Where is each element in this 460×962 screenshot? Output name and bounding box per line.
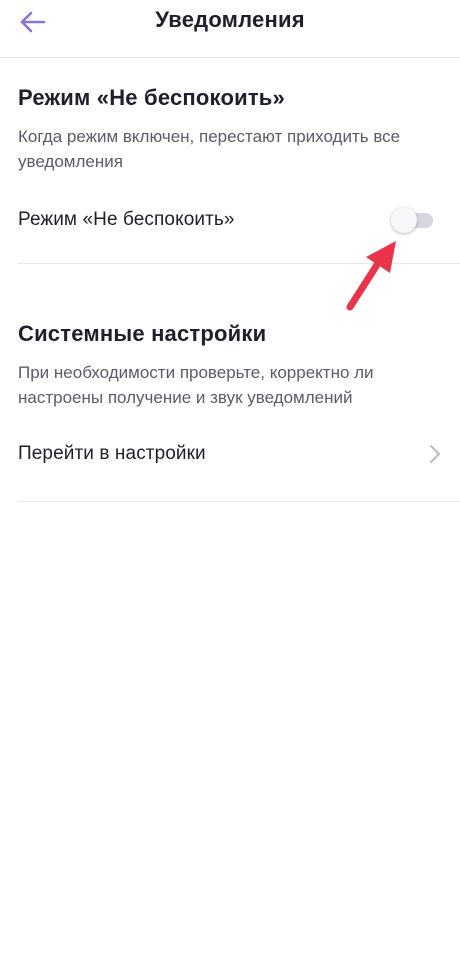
annotation-arrow-icon xyxy=(346,241,396,311)
open-settings-row[interactable]: Перейти в настройки xyxy=(18,434,442,474)
system-section-title: Системные настройки xyxy=(18,321,267,346)
system-section-description: При необходимости проверьте, корректно л… xyxy=(18,363,374,407)
dnd-toggle-label: Режим «Не беспокоить» xyxy=(18,209,235,230)
dnd-section-title: Режим «Не беспокоить» xyxy=(18,85,285,110)
system-section: Системные настройки При необходимости пр… xyxy=(18,320,442,410)
open-settings-label: Перейти в настройки xyxy=(18,443,206,464)
chevron-right-icon xyxy=(430,445,440,463)
toggle-knob xyxy=(391,207,417,233)
dnd-section: Режим «Не беспокоить» Когда режим включе… xyxy=(18,84,442,174)
dnd-section-description: Когда режим включен, перестают приходить… xyxy=(18,127,401,171)
top-bar: Уведомления xyxy=(0,0,460,58)
dnd-toggle-row[interactable]: Режим «Не беспокоить» xyxy=(18,200,442,240)
divider xyxy=(18,263,460,264)
dnd-toggle-switch[interactable] xyxy=(391,206,433,234)
divider xyxy=(18,501,460,502)
page-title: Уведомления xyxy=(155,7,305,32)
